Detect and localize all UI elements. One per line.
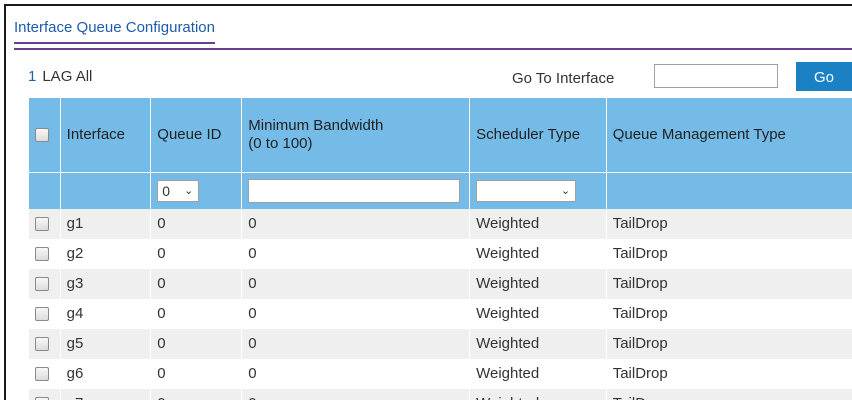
- header-queue-management-type[interactable]: Queue Management Type: [605, 98, 852, 173]
- edit-row-min-bw-cell: [241, 172, 470, 209]
- row-checkbox[interactable]: [35, 247, 49, 262]
- edit-row-queue-mgmt-cell: [605, 172, 852, 209]
- cell-queue-management-type: TailDrop: [605, 269, 852, 299]
- queue-config-table: Interface Queue ID Minimum Bandwidth (0 …: [28, 98, 852, 400]
- go-button[interactable]: Go: [796, 62, 852, 91]
- cell-interface: g7: [59, 389, 151, 400]
- row-checkbox[interactable]: [35, 307, 49, 322]
- cell-min-bandwidth: 0: [241, 359, 470, 389]
- page-title: Interface Queue Configuration: [14, 16, 215, 44]
- cell-queue-management-type: TailDrop: [605, 359, 852, 389]
- cell-scheduler-type: Weighted: [469, 389, 607, 400]
- cell-queue-management-type: TailDrop: [605, 209, 852, 239]
- edit-row-interface-cell: [59, 172, 151, 209]
- cell-interface: g1: [59, 209, 151, 239]
- lag-all-link[interactable]: LAG All: [42, 68, 92, 85]
- row-checkbox[interactable]: [35, 367, 49, 382]
- cell-scheduler-type: Weighted: [469, 209, 607, 239]
- table-row[interactable]: g1 0 0 Weighted TailDrop: [28, 209, 852, 239]
- table-row[interactable]: g5 0 0 Weighted TailDrop: [28, 329, 852, 359]
- cell-min-bandwidth: 0: [241, 389, 470, 400]
- row-select-cell: [28, 389, 61, 400]
- table-row[interactable]: g3 0 0 Weighted TailDrop: [28, 269, 852, 299]
- queue-id-select-value: 0: [162, 183, 171, 199]
- header-minimum-bandwidth[interactable]: Minimum Bandwidth (0 to 100): [241, 98, 470, 173]
- lag-filter: 1 LAG All: [28, 68, 92, 86]
- row-select-cell: [28, 329, 61, 359]
- cell-queue-id: 0: [150, 209, 242, 239]
- cell-interface: g4: [59, 299, 151, 329]
- cell-queue-management-type: TailDrop: [605, 329, 852, 359]
- cell-min-bandwidth: 0: [241, 299, 470, 329]
- cell-queue-id: 0: [150, 239, 242, 269]
- cell-queue-id: 0: [150, 359, 242, 389]
- edit-row-scheduler-cell: ⌄: [469, 172, 607, 209]
- table-edit-row: 0 ⌄ ⌄: [28, 172, 852, 209]
- cell-interface: g6: [59, 359, 151, 389]
- cell-queue-id: 0: [150, 269, 242, 299]
- row-select-cell: [28, 299, 61, 329]
- select-all-header: [28, 98, 61, 173]
- header-scheduler-type[interactable]: Scheduler Type: [469, 98, 607, 173]
- cell-interface: g2: [59, 239, 151, 269]
- cell-min-bandwidth: 0: [241, 329, 470, 359]
- queue-id-select[interactable]: 0 ⌄: [157, 180, 200, 202]
- row-checkbox[interactable]: [34, 217, 49, 232]
- header-interface[interactable]: Interface: [59, 98, 151, 173]
- cell-scheduler-type: Weighted: [469, 239, 607, 269]
- row-select-cell: [28, 359, 61, 389]
- cell-min-bandwidth: 0: [241, 239, 470, 269]
- chevron-down-icon: ⌄: [184, 185, 194, 197]
- header-min-bw-line2: (0 to 100): [248, 135, 313, 152]
- table-row[interactable]: g2 0 0 Weighted TailDrop: [28, 239, 852, 269]
- cell-queue-id: 0: [150, 299, 242, 329]
- cell-scheduler-type: Weighted: [469, 359, 607, 389]
- cell-scheduler-type: Weighted: [469, 329, 607, 359]
- cell-queue-id: 0: [150, 329, 242, 359]
- edit-row-empty-cell: [28, 172, 61, 209]
- row-select-cell: [28, 239, 61, 269]
- table-row[interactable]: g6 0 0 Weighted TailDrop: [28, 359, 852, 389]
- row-select-cell: [28, 209, 61, 239]
- scheduler-type-select[interactable]: ⌄: [476, 180, 577, 202]
- table-row[interactable]: g4 0 0 Weighted TailDrop: [28, 299, 852, 329]
- cell-min-bandwidth: 0: [241, 269, 470, 299]
- goto-interface-label: Go To Interface: [512, 70, 615, 87]
- row-checkbox[interactable]: [34, 337, 49, 352]
- header-queue-id[interactable]: Queue ID: [150, 98, 242, 173]
- cell-interface: g5: [59, 329, 151, 359]
- select-all-checkbox[interactable]: [34, 128, 49, 143]
- cell-queue-management-type: TailDrop: [605, 239, 852, 269]
- cell-min-bandwidth: 0: [241, 209, 470, 239]
- cell-scheduler-type: Weighted: [469, 269, 607, 299]
- cell-queue-management-type: TailDrop: [605, 389, 852, 400]
- cell-scheduler-type: Weighted: [469, 299, 607, 329]
- cell-interface: g3: [59, 269, 151, 299]
- edit-row-queue-id-cell: 0 ⌄: [150, 172, 242, 209]
- table-body: g1 0 0 Weighted TailDrop g2 0 0 Weighted TailDrop…: [28, 209, 852, 400]
- row-checkbox[interactable]: [34, 277, 49, 292]
- header-min-bw-line1: Minimum Bandwidth: [248, 117, 384, 134]
- lag-number-link[interactable]: 1: [28, 68, 36, 85]
- table-row[interactable]: g700WeightedTailDrop: [28, 389, 852, 400]
- section-header: Interface Queue Configuration: [14, 16, 852, 50]
- chevron-down-icon: ⌄: [560, 185, 571, 197]
- row-select-cell: [28, 269, 61, 299]
- min-bandwidth-input[interactable]: [248, 179, 461, 203]
- table-header-row: Interface Queue ID Minimum Bandwidth (0 …: [28, 98, 852, 173]
- cell-queue-id: 0: [150, 389, 242, 400]
- cell-queue-management-type: TailDrop: [605, 299, 852, 329]
- goto-interface-input[interactable]: [654, 64, 778, 88]
- app-frame: Interface Queue Configuration 1 LAG All G…: [4, 4, 852, 400]
